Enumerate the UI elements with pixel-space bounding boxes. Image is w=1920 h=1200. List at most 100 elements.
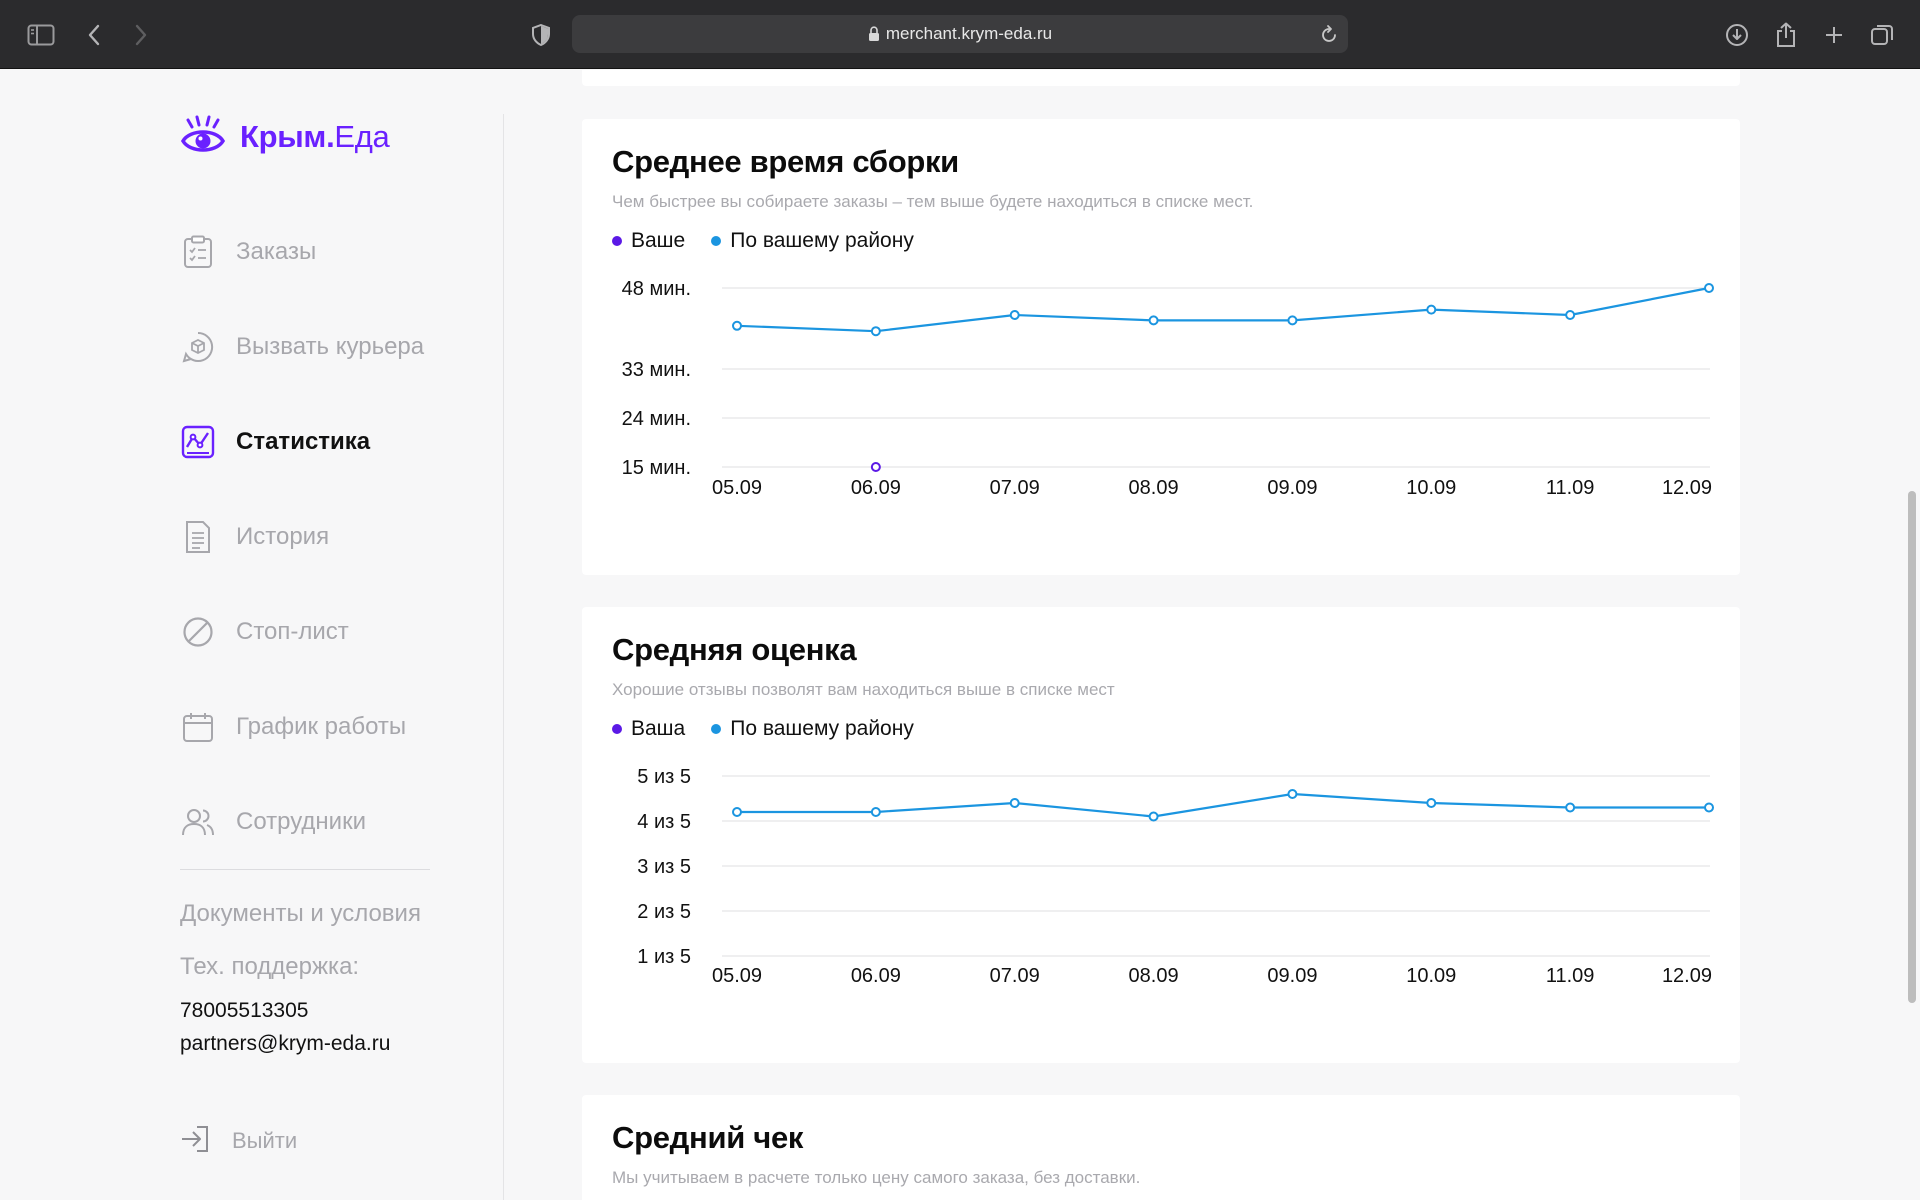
calendar-icon — [180, 709, 216, 745]
support-phone[interactable]: 78005513305 — [180, 999, 308, 1023]
sidebar-item-staff[interactable]: Сотрудники — [180, 802, 366, 842]
x-tick-label: 09.09 — [1267, 965, 1317, 987]
shield-icon[interactable] — [524, 18, 558, 52]
data-point — [1565, 802, 1576, 813]
docs-link[interactable]: Документы и условия — [180, 900, 421, 928]
x-tick-label: 09.09 — [1267, 477, 1317, 499]
sidebar-item-label: Статистика — [236, 428, 371, 455]
sidebar-item-label: Заказы — [236, 238, 317, 265]
series-line — [737, 792, 1709, 818]
download-icon[interactable] — [1720, 18, 1754, 52]
brand-logo[interactable]: Крым.Еда — [180, 112, 390, 162]
x-tick-label: 12.09 — [1662, 965, 1712, 987]
average-check-card: Средний чек Мы учитываем в расчете тольк… — [582, 1095, 1740, 1200]
tabs-icon[interactable] — [1865, 18, 1899, 52]
logout-button[interactable]: Выйти — [180, 1123, 297, 1159]
y-tick-label: 1 из 5 — [637, 946, 691, 968]
y-tick-label: 15 мин. — [622, 457, 691, 479]
forward-icon[interactable] — [124, 18, 158, 52]
data-point — [1287, 789, 1298, 799]
y-tick-label: 33 мин. — [622, 359, 691, 381]
card-subtitle: Мы учитываем в расчете только цену самог… — [612, 1168, 1141, 1187]
sidebar-item-label: График работы — [236, 713, 407, 740]
x-tick-label: 06.09 — [851, 965, 901, 987]
support-label: Тех. поддержка: — [180, 953, 360, 980]
sidebar-item-stop-list[interactable]: Стоп-лист — [180, 612, 349, 652]
x-tick-label: 07.09 — [990, 965, 1040, 987]
sidebar-item-label: Вызвать курьера — [236, 333, 425, 360]
x-tick-label: 10.09 — [1406, 477, 1456, 499]
x-tick-label: 11.09 — [1546, 477, 1595, 499]
page: Крым.Еда Заказы Вызвать курьера Статисти… — [0, 70, 1920, 1200]
brand-name: Крым.Еда — [240, 119, 390, 154]
x-tick-label: 08.09 — [1129, 477, 1179, 499]
lock-icon — [868, 26, 880, 42]
stop-icon — [180, 614, 216, 650]
data-point — [870, 462, 881, 472]
card-title: Средний чек — [612, 1120, 804, 1155]
back-icon[interactable] — [77, 18, 111, 52]
x-tick-label: 06.09 — [851, 477, 901, 499]
data-point — [1148, 315, 1159, 326]
logout-icon — [180, 1125, 210, 1158]
eye-logo-icon — [180, 115, 226, 152]
sidebar-divider — [180, 869, 430, 870]
x-tick-label: 10.09 — [1406, 965, 1456, 987]
assembly-time-chart: 48 мин. 33 мин. 24 мин. 15 мин. 05.09 06.09 07… — [622, 278, 1714, 499]
scrollbar-thumb[interactable] — [1908, 491, 1916, 1003]
data-point — [732, 807, 742, 817]
new-tab-icon[interactable] — [1817, 18, 1851, 52]
reload-icon[interactable] — [1320, 24, 1338, 44]
document-icon — [180, 519, 216, 555]
y-tick-label: 24 мин. — [622, 408, 691, 430]
sidebar-item-label: История — [236, 523, 330, 550]
sidebar-icon[interactable] — [24, 18, 58, 52]
browser-toolbar: merchant.krym-eda.ru — [0, 0, 1920, 69]
data-point — [870, 807, 881, 817]
x-tick-label: 07.09 — [990, 477, 1040, 499]
data-point — [1426, 798, 1437, 808]
data-point — [1704, 802, 1714, 813]
data-point — [870, 326, 881, 337]
rating-chart: 5 из 5 4 из 5 3 из 5 2 из 5 1 из 5 05.09 06.09… — [637, 766, 1714, 987]
sidebar-item-statistics[interactable]: Статистика — [180, 422, 370, 462]
courier-icon — [180, 329, 216, 365]
series-line — [736, 286, 1710, 333]
users-icon — [180, 804, 216, 840]
sidebar-item-label: Сотрудники — [236, 808, 366, 835]
x-tick-label: 12.09 — [1662, 477, 1712, 499]
support-email[interactable]: partners@krym-eda.ru — [180, 1032, 390, 1056]
address-bar[interactable]: merchant.krym-eda.ru — [572, 15, 1348, 53]
data-point — [1426, 304, 1437, 315]
y-tick-label: 48 мин. — [622, 278, 691, 300]
data-point — [1704, 283, 1714, 293]
sidebar-item-schedule[interactable]: График работы — [180, 707, 406, 747]
y-tick-label: 3 из 5 — [637, 856, 691, 878]
data-point — [732, 320, 742, 331]
data-point — [1009, 798, 1020, 808]
x-tick-label: 08.09 — [1129, 965, 1179, 987]
data-point — [1565, 310, 1576, 320]
sidebar-item-orders[interactable]: Заказы — [180, 232, 316, 272]
y-tick-label: 5 из 5 — [637, 766, 691, 788]
previous-card — [582, 70, 1740, 86]
sidebar-item-history[interactable]: История — [180, 517, 329, 557]
data-point — [1148, 811, 1159, 822]
sidebar-item-courier[interactable]: Вызвать курьера — [180, 327, 424, 367]
logout-label: Выйти — [232, 1128, 298, 1153]
sidebar-item-label: Стоп-лист — [236, 618, 349, 645]
share-icon[interactable] — [1769, 18, 1803, 52]
x-tick-label: 05.09 — [712, 965, 762, 987]
x-tick-label: 05.09 — [712, 477, 762, 499]
statistics-icon — [180, 424, 216, 460]
assembly-time-card: Среднее время сборки Чем быстрее вы соби… — [582, 119, 1740, 575]
data-point — [1009, 310, 1020, 320]
url-text: merchant.krym-eda.ru — [885, 24, 1053, 43]
data-point — [1287, 315, 1298, 326]
rating-card: Средняя оценка Хорошие отзывы позволят в… — [582, 607, 1740, 1063]
y-tick-label: 2 из 5 — [637, 901, 691, 923]
clipboard-icon — [180, 234, 216, 270]
sidebar-border — [503, 114, 504, 1200]
y-tick-label: 4 из 5 — [637, 811, 691, 833]
sidebar: Крым.Еда Заказы Вызвать курьера Статисти… — [180, 70, 505, 1200]
